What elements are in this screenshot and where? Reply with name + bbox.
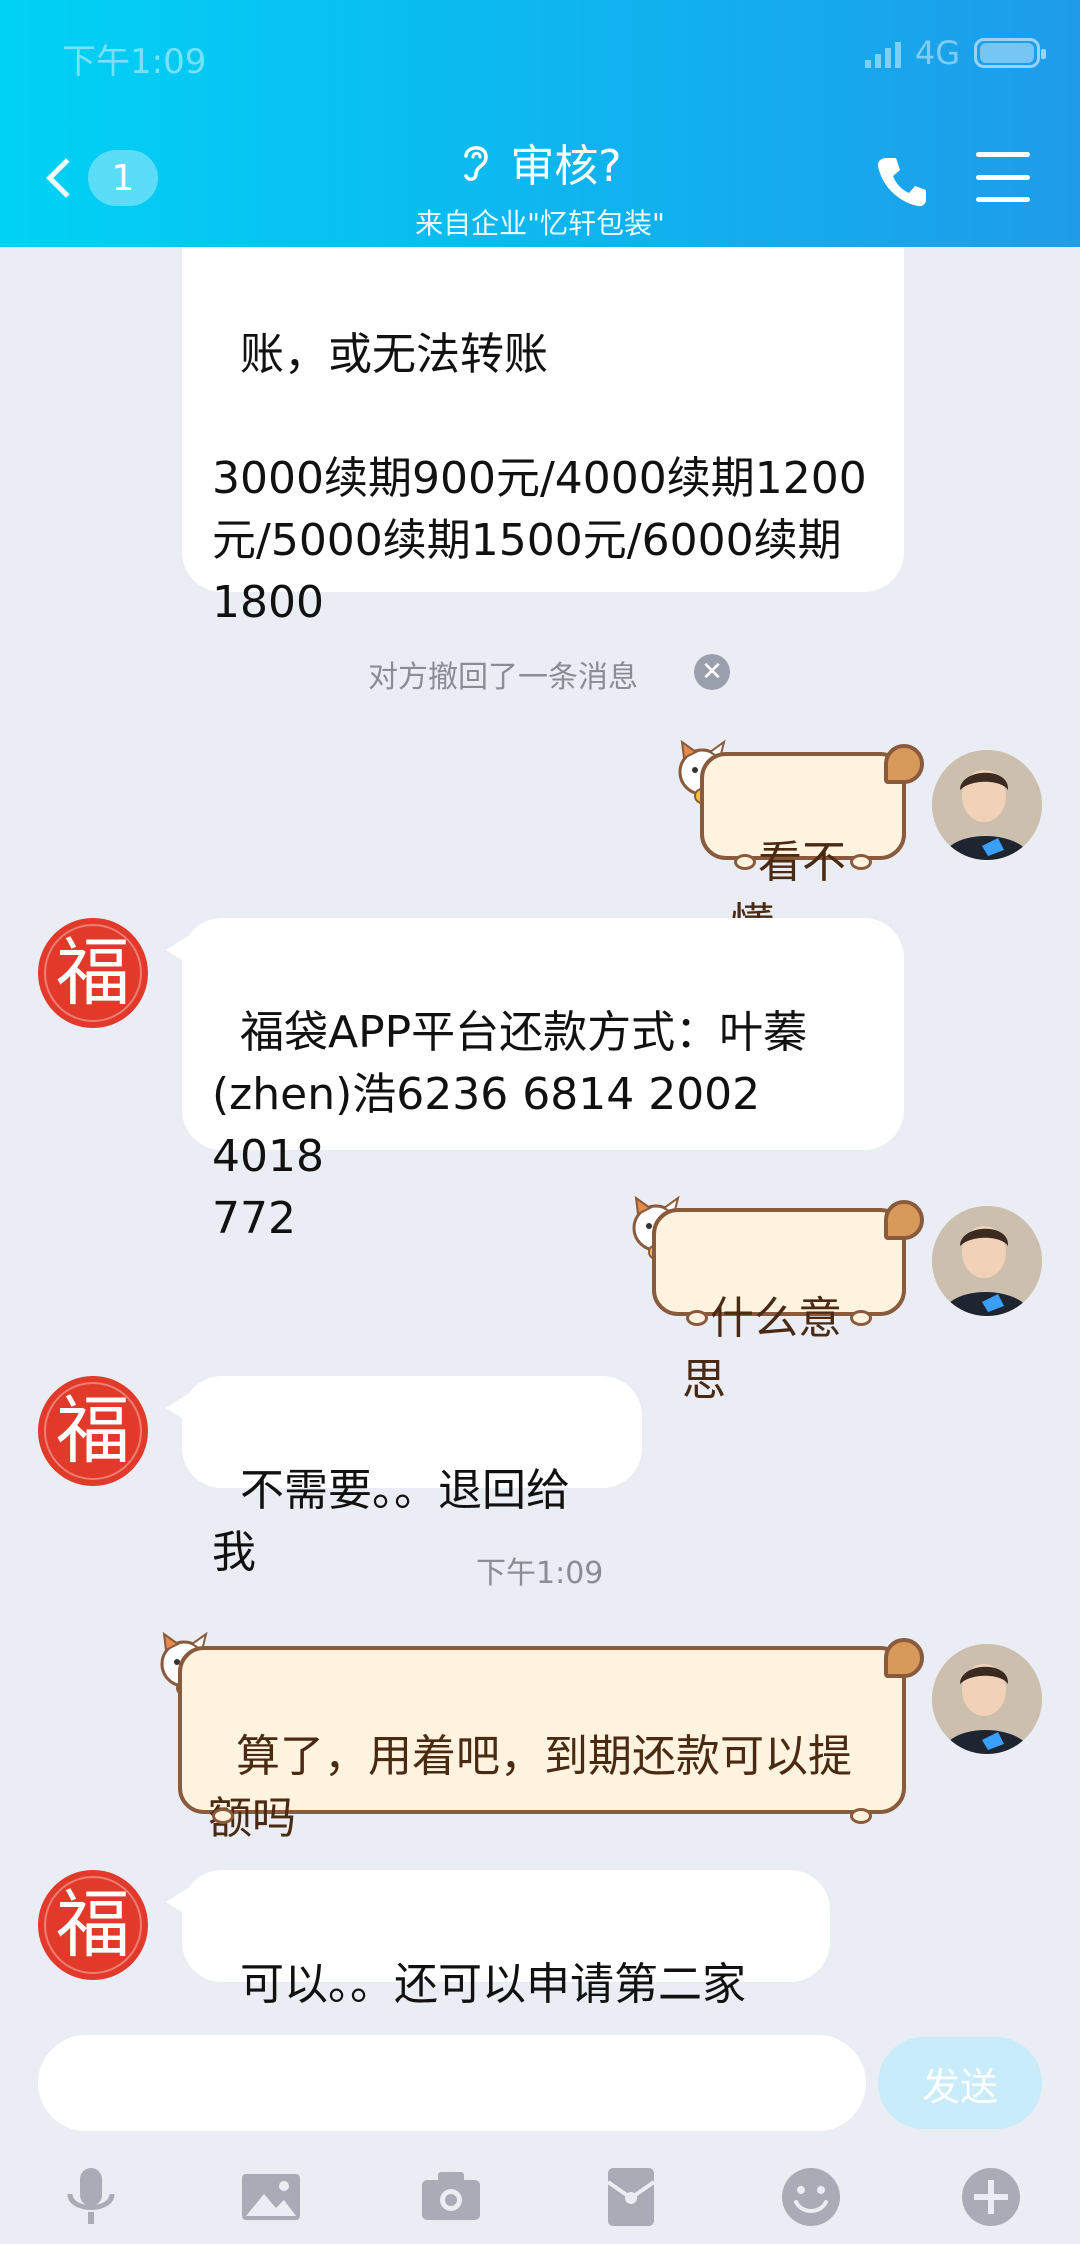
message-input[interactable]	[38, 2035, 866, 2131]
camera-icon[interactable]	[416, 2162, 486, 2232]
unread-count-badge: 1	[88, 150, 158, 206]
emoji-icon[interactable]	[776, 2162, 846, 2232]
message-bubble[interactable]: 可以。。还可以申请第二家	[166, 1870, 830, 2010]
message-text: 算了，用着吧，到期还款可以提 额吗	[208, 1731, 852, 1844]
chat-header: 下午1:09 4G 1 审核? 来自企业"忆轩包装"	[0, 0, 1080, 247]
microphone-icon[interactable]	[56, 2162, 126, 2232]
my-avatar[interactable]	[932, 1644, 1042, 1754]
message-bubble[interactable]: 算了，用着吧，到期还款可以提 额吗	[178, 1638, 924, 1844]
plus-icon[interactable]	[956, 2162, 1026, 2232]
back-button[interactable]: 1	[42, 148, 162, 208]
message-text: 账，或无法转账 3000续期900元/4000续期1200 元/5000续期15…	[212, 329, 867, 628]
battery-icon	[974, 38, 1046, 68]
chat-subtitle: 来自企业"忆轩包装"	[415, 207, 665, 240]
message-bubble[interactable]: 不需要。。退回给我	[166, 1376, 642, 1578]
message-bubble[interactable]: 看不懂	[700, 744, 924, 950]
chevron-left-icon	[46, 158, 86, 198]
ear-icon	[464, 146, 489, 181]
message-bubble[interactable]: 什么意思	[652, 1200, 924, 1406]
close-icon[interactable]: ✕	[694, 654, 730, 690]
contact-avatar[interactable]: 福	[38, 1870, 148, 1980]
my-avatar[interactable]	[932, 750, 1042, 860]
signal-icon	[864, 38, 901, 68]
menu-button[interactable]	[976, 152, 1030, 202]
status-icons: 4G	[864, 34, 1046, 72]
my-avatar[interactable]	[932, 1206, 1042, 1316]
message-bubble[interactable]: 福袋APP平台还款方式：叶蓁 (zhen)浩6236 6814 2002 401…	[166, 918, 904, 1244]
phone-icon[interactable]	[872, 152, 932, 212]
recall-notice: 对方撤回了一条消息	[368, 660, 638, 695]
message-bubble[interactable]: 账，或无法转账 3000续期900元/4000续期1200 元/5000续期15…	[166, 190, 904, 628]
network-type: 4G	[914, 34, 960, 72]
message-text: 可以。。还可以申请第二家	[239, 1959, 746, 2010]
send-button[interactable]: 发送	[878, 2037, 1042, 2129]
contact-avatar[interactable]: 福	[38, 1376, 148, 1486]
timestamp: 下午1:09	[476, 1556, 604, 1591]
input-toolbar	[0, 2150, 1080, 2244]
image-icon[interactable]	[236, 2162, 306, 2232]
contact-avatar[interactable]: 福	[38, 918, 148, 1028]
message-text: 什么意思	[682, 1293, 842, 1406]
red-packet-icon[interactable]	[596, 2162, 666, 2232]
chat-title-area[interactable]: 审核? 来自企业"忆轩包装"	[290, 130, 790, 242]
status-time: 下午1:09	[62, 42, 207, 82]
chat-title: 审核?	[510, 141, 622, 192]
